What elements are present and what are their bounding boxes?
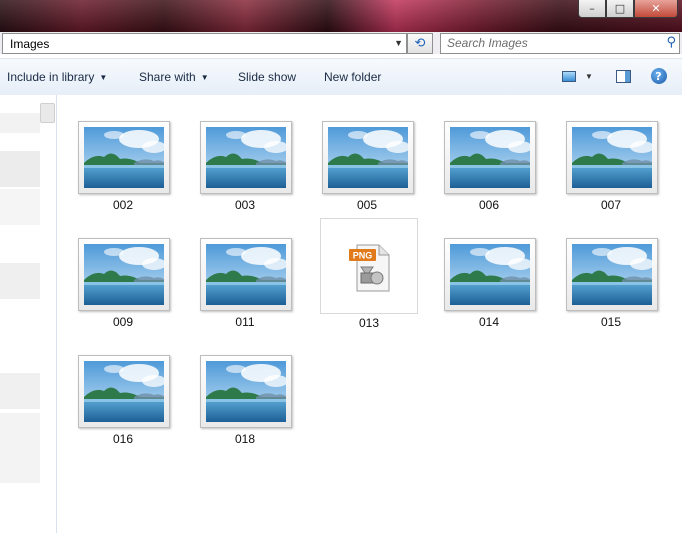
- file-name: 013: [358, 316, 380, 330]
- refresh-icon[interactable]: ⟲: [407, 33, 433, 54]
- chevron-down-icon: ▼: [99, 73, 108, 82]
- address-path[interactable]: Images: [10, 37, 49, 51]
- file-item[interactable]: 003: [195, 117, 293, 213]
- file-item[interactable]: 016: [73, 351, 171, 447]
- slide-show-button[interactable]: Slide show: [238, 70, 296, 84]
- file-name: 002: [112, 198, 134, 212]
- landscape-thumbnail-icon: [200, 355, 292, 428]
- file-item[interactable]: 018: [195, 351, 293, 447]
- chevron-down-icon[interactable]: ▼: [583, 67, 595, 85]
- address-row: Images ▼ ⟲ ⚲: [0, 32, 682, 54]
- scrollbar-thumb[interactable]: [40, 103, 55, 123]
- file-item-png[interactable]: PNG 013: [320, 218, 418, 330]
- landscape-thumbnail-icon: [444, 238, 536, 311]
- landscape-thumbnail-icon: [322, 121, 414, 194]
- file-item[interactable]: 015: [561, 234, 659, 330]
- file-name: 006: [478, 198, 500, 212]
- file-name: 011: [235, 315, 255, 329]
- share-with-label: Share with: [139, 70, 196, 84]
- file-name: 018: [234, 432, 256, 446]
- preview-pane-icon[interactable]: [614, 67, 632, 85]
- nav-item[interactable]: [0, 373, 40, 409]
- file-item[interactable]: 009: [73, 234, 171, 330]
- file-item[interactable]: 002: [73, 117, 171, 213]
- file-item[interactable]: 014: [439, 234, 537, 330]
- change-view-icon[interactable]: [560, 67, 578, 85]
- file-item[interactable]: 006: [439, 117, 537, 213]
- minimize-button[interactable]: –: [578, 0, 606, 18]
- search-input[interactable]: [445, 35, 659, 51]
- file-item[interactable]: 011: [195, 234, 293, 330]
- window-controls: – □ ✕: [578, 0, 678, 18]
- landscape-thumbnail-icon: [566, 238, 658, 311]
- navigation-pane[interactable]: [0, 95, 57, 533]
- file-name: 014: [478, 315, 500, 329]
- nav-item[interactable]: [0, 413, 40, 483]
- file-list[interactable]: 002 003 005 006 007 009 011 PNG 013 014 …: [57, 95, 682, 533]
- file-name: 015: [600, 315, 622, 329]
- landscape-thumbnail-icon: [78, 238, 170, 311]
- landscape-thumbnail-icon: [200, 121, 292, 194]
- help-icon[interactable]: ?: [650, 67, 667, 85]
- include-in-library-label: Include in library: [7, 70, 95, 84]
- file-name: 005: [356, 198, 378, 212]
- landscape-thumbnail-icon: [566, 121, 658, 194]
- nav-item[interactable]: [0, 151, 40, 187]
- share-with-menu[interactable]: Share with ▼: [139, 70, 209, 84]
- landscape-thumbnail-icon: [78, 121, 170, 194]
- file-name: 007: [600, 198, 622, 212]
- title-bar: – □ ✕: [0, 0, 682, 32]
- landscape-thumbnail-icon: [200, 238, 292, 311]
- chevron-down-icon: ▼: [200, 73, 209, 82]
- search-icon[interactable]: ⚲: [666, 35, 676, 50]
- file-name: 009: [112, 315, 134, 329]
- file-name: 016: [112, 432, 134, 446]
- close-button[interactable]: ✕: [634, 0, 678, 18]
- nav-item[interactable]: [0, 263, 40, 299]
- search-box[interactable]: ⚲: [440, 33, 680, 54]
- include-in-library-menu[interactable]: Include in library ▼: [7, 70, 107, 84]
- command-bar: Include in library ▼ Share with ▼ Slide sh…: [0, 58, 682, 96]
- landscape-thumbnail-icon: [78, 355, 170, 428]
- landscape-thumbnail-icon: [444, 121, 536, 194]
- png-file-icon: PNG: [349, 244, 390, 292]
- address-bar[interactable]: Images ▼: [2, 33, 407, 54]
- chevron-down-icon[interactable]: ▼: [394, 38, 403, 48]
- nav-item[interactable]: [0, 113, 40, 133]
- nav-item[interactable]: [0, 189, 40, 225]
- file-item[interactable]: 007: [561, 117, 659, 213]
- png-badge: PNG: [353, 251, 373, 261]
- new-folder-button[interactable]: New folder: [324, 70, 381, 84]
- maximize-button[interactable]: □: [606, 0, 634, 18]
- file-item[interactable]: 005: [317, 117, 415, 213]
- file-name: 003: [234, 198, 256, 212]
